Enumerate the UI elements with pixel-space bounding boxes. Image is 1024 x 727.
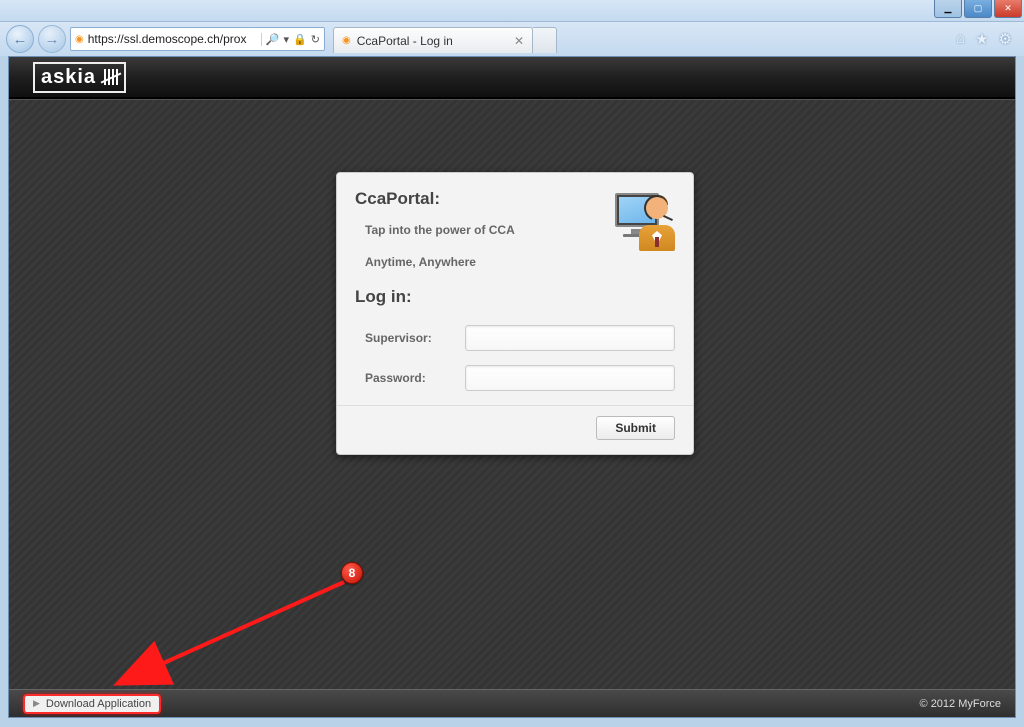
search-icon[interactable]: 🔎	[266, 33, 280, 46]
site-header: askia	[9, 57, 1015, 99]
browser-toolbar: ← → ◉ 🔎 ▾ 🔒 ↻ ◉ CcaPortal - Log in ✕ ⌂ ★…	[0, 22, 1024, 56]
new-tab-button[interactable]	[533, 27, 557, 53]
login-panel: CcaPortal: Tap into the power of CCA Any…	[336, 172, 694, 455]
tab-favicon-icon: ◉	[342, 35, 351, 46]
url-input[interactable]	[88, 32, 257, 46]
download-application-label: Download Application	[46, 698, 151, 710]
chevron-right-icon: ▶	[33, 698, 40, 709]
window-close-button[interactable]: ✕	[994, 0, 1022, 18]
home-icon[interactable]: ⌂	[956, 30, 965, 48]
content-area: CcaPortal: Tap into the power of CCA Any…	[9, 99, 1015, 689]
settings-gear-icon[interactable]: ⚙	[999, 30, 1012, 48]
submit-button[interactable]: Submit	[596, 416, 675, 440]
divider	[337, 405, 693, 406]
window-maximize-button[interactable]: ▢	[964, 0, 992, 18]
password-input[interactable]	[465, 365, 675, 391]
nav-back-button[interactable]: ←	[6, 25, 34, 53]
operator-avatar-icon	[615, 187, 675, 251]
supervisor-label: Supervisor:	[365, 331, 465, 345]
tab-title: CcaPortal - Log in	[357, 34, 453, 48]
nav-forward-button[interactable]: →	[38, 25, 66, 53]
login-heading: Log in:	[355, 287, 675, 307]
tab-close-icon[interactable]: ✕	[514, 34, 524, 48]
favorites-icon[interactable]: ★	[975, 30, 988, 48]
site-footer: ▶ Download Application © 2012 MyForce	[9, 689, 1015, 717]
tagline-2: Anytime, Anywhere	[355, 255, 675, 269]
download-application-button[interactable]: ▶ Download Application	[23, 694, 161, 714]
window-minimize-button[interactable]: ▁	[934, 0, 962, 18]
address-bar[interactable]: ◉ 🔎 ▾ 🔒 ↻	[70, 27, 325, 51]
tally-icon	[100, 69, 118, 85]
page-viewport: askia CcaPortal: Tap into the power of C…	[8, 56, 1016, 718]
site-favicon-icon: ◉	[75, 34, 84, 45]
window-title-bar: ▁ ▢ ✕	[0, 0, 1024, 22]
supervisor-input[interactable]	[465, 325, 675, 351]
annotation-badge: 8	[341, 562, 363, 584]
lock-icon: 🔒	[293, 33, 307, 46]
askia-logo: askia	[33, 62, 126, 93]
refresh-icon[interactable]: ↻	[311, 33, 320, 46]
password-label: Password:	[365, 371, 465, 385]
copyright-text: © 2012 MyForce	[920, 698, 1001, 710]
browser-tab[interactable]: ◉ CcaPortal - Log in ✕	[333, 27, 533, 53]
